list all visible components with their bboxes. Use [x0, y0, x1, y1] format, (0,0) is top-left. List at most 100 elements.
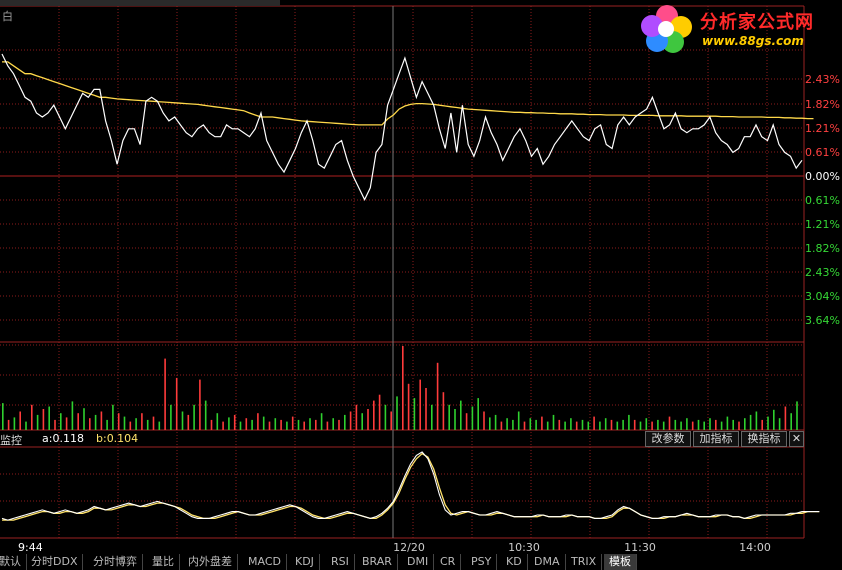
price-axis-label: 0.61%	[805, 194, 840, 207]
tab-game[interactable]: 分时博弈	[88, 554, 143, 570]
price-axis-label: 1.82%	[805, 242, 840, 255]
tab-volume-ratio[interactable]: 量比	[147, 554, 180, 570]
volume-bar	[378, 394, 381, 430]
volume-bar	[512, 419, 514, 430]
time-axis-label: 14:00	[739, 541, 771, 554]
volume-bar	[332, 418, 334, 430]
volume-bar	[251, 419, 253, 430]
volume-bar	[175, 377, 178, 430]
volume-bar	[616, 421, 619, 430]
volume-bar	[778, 418, 781, 430]
volume-bar	[367, 409, 369, 430]
volume-bar	[373, 400, 375, 430]
volume-bar	[680, 421, 682, 430]
volume-bar	[628, 414, 630, 430]
volume-bar	[344, 414, 346, 430]
tab-psy[interactable]: PSY	[466, 554, 498, 570]
volume-bar	[651, 421, 653, 430]
volume-bar	[587, 421, 590, 430]
switch-indicator-button[interactable]: 换指标	[741, 431, 787, 447]
volume-bar	[761, 419, 763, 430]
volume-bar	[668, 416, 671, 430]
volume-bar	[581, 419, 584, 430]
volume-bar	[622, 419, 624, 430]
volume-bar	[286, 421, 288, 430]
volume-bar	[245, 418, 248, 430]
volume-bar	[204, 400, 207, 430]
volume-bar	[546, 421, 549, 430]
indicator-a-value: a:0.118	[42, 432, 84, 445]
time-axis-label: 9:44	[18, 541, 43, 554]
volume-bar	[54, 419, 56, 430]
tab-template[interactable]: 模板	[604, 554, 637, 570]
volume-bar	[7, 419, 10, 430]
tab-dma[interactable]: DMA	[529, 554, 566, 570]
volume-bar	[361, 413, 363, 430]
volume-bar	[436, 362, 439, 430]
volume-bar	[431, 404, 433, 430]
volume-bar	[691, 421, 694, 430]
time-axis-label: 12/20	[393, 541, 425, 554]
volume-bar	[657, 419, 659, 430]
volume-bar	[413, 398, 416, 430]
tab-trix[interactable]: TRIX	[566, 554, 603, 570]
close-icon[interactable]: ✕	[789, 431, 804, 447]
volume-bar	[239, 421, 242, 430]
tab-macd[interactable]: MACD	[243, 554, 287, 570]
volume-bar	[529, 418, 532, 430]
price-axis-label: 0.00%	[805, 170, 840, 183]
volume-bar	[494, 414, 497, 430]
volume-bar	[349, 411, 352, 430]
avg-price-line	[2, 61, 814, 126]
volume-bar	[564, 421, 566, 430]
tab-rsi[interactable]: RSI	[326, 554, 355, 570]
volume-bar	[477, 398, 479, 430]
tab-dmi[interactable]: DMI	[402, 554, 435, 570]
volume-bar	[523, 421, 526, 430]
volume-bar	[164, 358, 166, 430]
tab-brar[interactable]: BRAR	[357, 554, 398, 570]
volume-bar	[210, 419, 213, 430]
volume-bar	[732, 419, 734, 430]
volume-bar	[48, 406, 50, 430]
volume-bar	[790, 413, 792, 430]
tab-kdj[interactable]: KDJ	[290, 554, 320, 570]
volume-bar	[158, 421, 161, 430]
tab-default[interactable]: 默认	[0, 554, 27, 570]
volume-bar	[83, 408, 85, 430]
volume-bar	[744, 418, 746, 430]
volume-bar	[65, 417, 68, 430]
volume-bar	[146, 419, 149, 430]
volume-bar	[89, 418, 91, 430]
edit-params-button[interactable]: 改参数	[645, 431, 691, 447]
price-axis-label: 1.82%	[805, 98, 840, 111]
volume-bar	[674, 419, 677, 430]
tab-kd[interactable]: KD	[501, 554, 528, 570]
volume-bar	[326, 421, 329, 430]
tab-ddx[interactable]: 分时DDX	[26, 554, 84, 570]
volume-bar	[407, 383, 410, 430]
volume-bar	[442, 392, 445, 430]
price-axis-label: 2.43%	[805, 73, 840, 86]
volume-bar	[170, 404, 172, 430]
volume-bar	[425, 388, 427, 430]
tab-inner-outer[interactable]: 内外盘差	[183, 554, 238, 570]
price-axis-label: 3.64%	[805, 314, 840, 327]
volume-bar	[199, 379, 201, 430]
volume-bar	[402, 346, 404, 430]
volume-bar	[633, 419, 636, 430]
volume-bar	[552, 414, 555, 430]
logo-title: 分析家公式网	[700, 12, 814, 33]
volume-bar	[726, 416, 729, 430]
volume-bar	[280, 419, 282, 430]
volume-bar	[2, 403, 4, 430]
indicator-tabs: 默认 分时DDX 分时博弈 量比 内外盘差 MACD KDJ RSI BRAR …	[0, 554, 842, 570]
intraday-chart[interactable]: 2.43% 1.82% 1.21% 0.61% 0.00% 0.61% 1.21% 1.82%…	[0, 0, 842, 570]
volume-bar	[645, 418, 648, 430]
volume-bar	[471, 406, 474, 430]
volume-bar	[489, 417, 491, 430]
volume-bar	[338, 419, 340, 430]
volume-bar	[639, 421, 642, 430]
add-indicator-button[interactable]: 加指标	[693, 431, 739, 447]
tab-cr[interactable]: CR	[435, 554, 462, 570]
